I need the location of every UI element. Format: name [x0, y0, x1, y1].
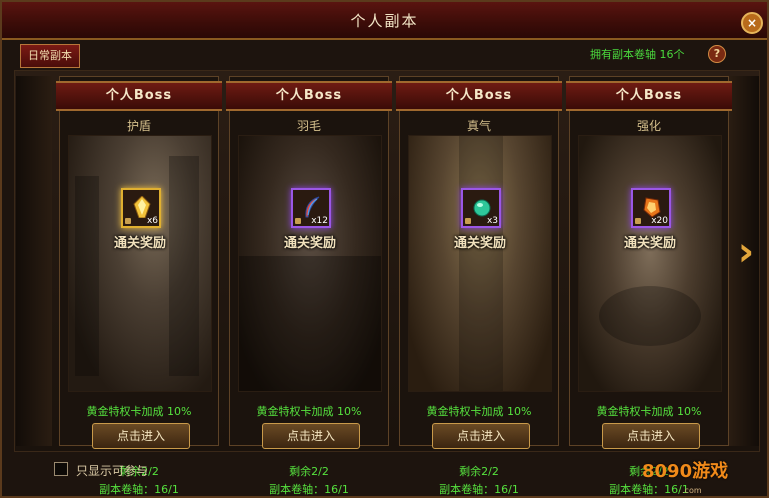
enter-button[interactable]: 点击进入	[432, 423, 530, 449]
card-subtitle: 强化	[636, 119, 661, 133]
lock-icon	[465, 218, 471, 224]
scroll-count: 拥有副本卷轴 16个	[590, 48, 685, 61]
scene-image: x12 通关奖励	[238, 135, 382, 392]
card-subtitle: 真气	[466, 119, 491, 133]
bonus-text: 黄金特权卡加成 10%	[86, 405, 192, 418]
scene-image: x3 通关奖励	[408, 135, 552, 392]
reward-item-slot[interactable]: x12	[291, 188, 331, 228]
reward-label: 通关奖励	[623, 236, 676, 251]
feather-icon	[305, 196, 320, 218]
watermark-sub: .com	[682, 486, 702, 495]
card-header: 个人Boss	[396, 81, 562, 111]
reward-item-slot[interactable]: x3	[461, 188, 501, 228]
remaining-count: 剩余2/2	[289, 465, 329, 478]
scene-image: x6 通关奖励	[68, 135, 212, 392]
scroll-usage: 副本卷轴：16/1	[439, 483, 519, 496]
tab-daily-dungeon[interactable]: 日常副本	[20, 44, 80, 68]
checkbox-label: 只显示可参与	[76, 464, 149, 478]
chevron-right-icon[interactable]: ›	[734, 227, 758, 277]
scroll-usage: 副本卷轴：16/1	[99, 483, 179, 496]
dungeon-card-shield: 个人Boss 护盾 x6 通关奖励 黄金特权卡加成 10% 点击进入 剩余2/2…	[56, 76, 222, 496]
scroll-usage: 副本卷轴：16/1	[269, 483, 349, 496]
reward-label: 通关奖励	[453, 236, 506, 251]
fire-stone-icon	[643, 197, 661, 218]
window-title: 个人副本	[350, 12, 419, 30]
card-header: 个人Boss	[56, 81, 222, 111]
shield-crystal-icon	[133, 196, 151, 218]
watermark-logo: 8090游戏	[642, 461, 729, 482]
dungeon-card-enhance: 个人Boss 强化 x20 通关奖励 黄金特权卡加成 10% 点击进入 剩余2/…	[566, 76, 732, 496]
item-count: x6	[146, 216, 158, 226]
reward-item-slot[interactable]: x6	[121, 188, 161, 228]
help-icon[interactable]: ?	[708, 45, 726, 63]
item-count: x20	[651, 216, 668, 226]
item-count: x3	[486, 216, 498, 226]
reward-label: 通关奖励	[283, 236, 336, 251]
dungeon-card-qi: 个人Boss 真气 x3 通关奖励 黄金特权卡加成 10% 点击进入 剩余2/2…	[396, 76, 562, 496]
close-icon[interactable]: ×	[741, 12, 763, 34]
reward-label: 通关奖励	[113, 236, 166, 251]
reward-item-slot[interactable]: x20	[631, 188, 671, 228]
card-subtitle: 羽毛	[296, 119, 321, 133]
card-subtitle: 护盾	[126, 119, 151, 133]
scene-image: x20 通关奖励	[578, 135, 722, 392]
jade-orb-icon	[473, 199, 491, 217]
scroll-usage: 副本卷轴：16/1	[609, 483, 689, 496]
bonus-text: 黄金特权卡加成 10%	[426, 405, 532, 418]
show-available-checkbox[interactable]	[54, 462, 68, 476]
left-decoration	[16, 76, 52, 446]
dungeon-card-feather: 个人Boss 羽毛 x12 通关奖励 黄金特权卡加成 10% 点击进入 剩余2/…	[226, 76, 392, 496]
item-count: x12	[311, 216, 328, 226]
lock-icon	[635, 218, 641, 224]
lock-icon	[295, 218, 301, 224]
title-bar: 个人副本 ×	[2, 2, 767, 40]
dungeon-window: 个人副本 × 日常副本 拥有副本卷轴 16个 ? 个人Boss 护盾 x6 通关…	[0, 0, 769, 498]
enter-button[interactable]: 点击进入	[92, 423, 190, 449]
card-header: 个人Boss	[566, 81, 732, 111]
remaining-count: 剩余2/2	[459, 465, 499, 478]
lock-icon	[125, 218, 131, 224]
enter-button[interactable]: 点击进入	[602, 423, 700, 449]
bonus-text: 黄金特权卡加成 10%	[596, 405, 702, 418]
bonus-text: 黄金特权卡加成 10%	[256, 405, 362, 418]
enter-button[interactable]: 点击进入	[262, 423, 360, 449]
card-header: 个人Boss	[226, 81, 392, 111]
